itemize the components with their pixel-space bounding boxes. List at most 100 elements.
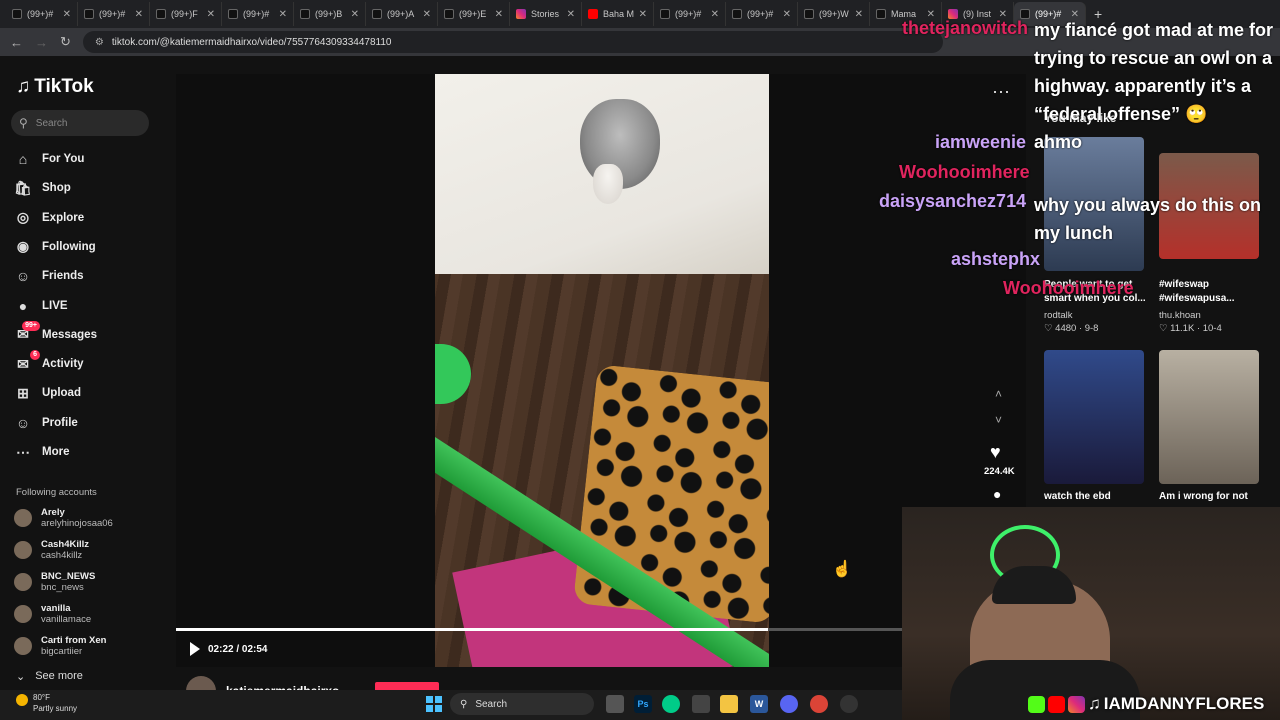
back-icon[interactable]: ← — [10, 35, 23, 50]
browser-tab[interactable]: (99+)# ✕ — [78, 2, 150, 26]
sidebar-item-messages[interactable]: ✉ 99+ Messages — [14, 320, 97, 346]
comment-icon[interactable]: ● — [993, 486, 1001, 502]
close-tab-icon[interactable]: ✕ — [135, 9, 143, 20]
weather-widget[interactable]: 80°F Partly sunny — [16, 692, 77, 714]
previous-video-icon[interactable]: ˄ — [995, 387, 1002, 401]
browser-tab[interactable]: (99+)A ✕ — [366, 2, 438, 26]
tab-title: (99+)W — [819, 9, 849, 19]
tiktok-icon — [444, 9, 454, 19]
sidebar: ♫ TikTok ⚲ Search ⌂ For You 🛍 Shop ◎ Explore ◉… — [0, 60, 176, 690]
following-account[interactable]: Arely arelyhinojosaa06 — [14, 507, 113, 529]
browser-tab[interactable]: (99+)# ✕ — [6, 2, 78, 26]
instagram-icon — [516, 9, 526, 19]
browser-tab[interactable]: Baha M ✕ — [582, 2, 654, 26]
close-tab-icon[interactable]: ✕ — [567, 9, 575, 20]
tab-title: Stories — [531, 9, 560, 19]
see-more-label: See more — [35, 670, 83, 682]
task-view-icon[interactable] — [606, 695, 624, 713]
close-tab-icon[interactable]: ✕ — [855, 9, 863, 20]
sidebar-item-more[interactable]: ⋯ More — [14, 441, 69, 463]
browser-tab[interactable]: (99+)# ✕ — [654, 2, 726, 26]
browser-tab[interactable]: (99+)F ✕ — [150, 2, 222, 26]
app-icon[interactable] — [840, 695, 858, 713]
store-icon[interactable] — [692, 695, 710, 713]
site-info-icon[interactable]: ⚙ — [95, 37, 104, 48]
close-tab-icon[interactable]: ✕ — [423, 9, 431, 20]
following-account[interactable]: Carti from Xen bigcartiier — [14, 635, 106, 657]
sidebar-item-profile[interactable]: ☺ Profile — [14, 412, 78, 434]
sidebar-item-activity[interactable]: ✉ 6 Activity — [14, 350, 84, 375]
close-tab-icon[interactable]: ✕ — [207, 9, 215, 20]
photoshop-icon[interactable]: Ps — [634, 695, 652, 713]
close-tab-icon[interactable]: ✕ — [351, 9, 359, 20]
close-tab-icon[interactable]: ✕ — [783, 9, 791, 20]
following-accounts-title: Following accounts — [16, 487, 97, 498]
sidebar-item-shop[interactable]: 🛍 Shop — [14, 177, 71, 199]
chat-username: iamweenie — [935, 132, 1027, 152]
close-tab-icon[interactable]: ✕ — [639, 9, 647, 20]
word-icon[interactable]: W — [750, 695, 768, 713]
sidebar-item-upload[interactable]: ⊞ Upload — [14, 382, 81, 404]
sidebar-item-label: Messages — [42, 328, 97, 341]
account-handle: arelyhinojosaa06 — [41, 518, 113, 529]
streamer-socials: ♫ IAMDANNYFLORES — [1028, 694, 1264, 714]
recommended-user[interactable]: thu.khoan — [1159, 310, 1201, 321]
video-frame[interactable] — [435, 74, 769, 667]
following-avatar-icon: ◉ — [16, 238, 30, 255]
following-account[interactable]: Cash4Killz cash4killz — [14, 539, 89, 561]
recommended-caption[interactable]: watch the ebd — [1044, 490, 1154, 504]
sidebar-item-for-you[interactable]: ⌂ For You — [14, 148, 85, 170]
recommended-video-thumbnail[interactable] — [1044, 350, 1144, 484]
browser-tab[interactable]: Stories ✕ — [510, 2, 582, 26]
heart-icon[interactable]: ♥ — [990, 442, 1001, 463]
recommended-caption[interactable]: Am i wrong for not — [1159, 490, 1269, 504]
taskbar-search[interactable]: ⚲ Search — [450, 693, 594, 715]
discord-icon[interactable] — [780, 695, 798, 713]
recommended-video-thumbnail[interactable] — [1159, 350, 1259, 484]
sidebar-item-label: Explore — [42, 211, 85, 224]
video-progress-bar[interactable] — [176, 628, 902, 631]
browser-tab[interactable]: (99+)E ✕ — [438, 2, 510, 26]
sidebar-item-following[interactable]: ◉ Following — [14, 236, 96, 258]
windows-start-icon[interactable] — [426, 696, 442, 712]
account-handle: bnc_news — [41, 582, 84, 593]
more-options-icon[interactable]: ⋯ — [992, 82, 1010, 103]
sidebar-item-label: More — [42, 446, 70, 458]
following-account[interactable]: BNC_NEWS bnc_news — [14, 571, 95, 593]
friends-icon: ☺ — [15, 268, 31, 285]
browser-tab[interactable]: (99+)# ✕ — [222, 2, 294, 26]
logo-text: TikTok — [34, 76, 94, 97]
forward-icon[interactable]: → — [35, 35, 48, 50]
sidebar-item-explore[interactable]: ◎ Explore — [14, 207, 84, 229]
browser-tab[interactable]: (99+)W ✕ — [798, 2, 870, 26]
edge-icon[interactable] — [662, 695, 680, 713]
tiktok-logo[interactable]: ♫ TikTok — [16, 76, 94, 98]
sun-icon — [16, 694, 28, 706]
recommended-stats: ♡ 4480 · 9-8 — [1044, 323, 1099, 334]
search-input[interactable]: ⚲ Search — [11, 110, 149, 136]
tiktok-icon — [300, 9, 310, 19]
recommended-caption[interactable]: #wifeswap #wifeswapusa... — [1159, 278, 1269, 306]
following-account[interactable]: vanilla vanillamace — [14, 603, 91, 625]
chrome-icon[interactable] — [810, 695, 828, 713]
address-bar[interactable]: ⚙ tiktok.com/@katiemermaidhairxo/video/7… — [82, 31, 943, 53]
close-tab-icon[interactable]: ✕ — [495, 9, 503, 20]
sidebar-item-friends[interactable]: ☺ Friends — [14, 265, 84, 287]
play-icon[interactable] — [190, 642, 200, 656]
browser-tab[interactable]: (99+)# ✕ — [726, 2, 798, 26]
tab-title: (99+)# — [27, 9, 54, 19]
close-tab-icon[interactable]: ✕ — [711, 9, 719, 20]
close-tab-icon[interactable]: ✕ — [63, 9, 71, 20]
account-name: Arely — [41, 507, 65, 518]
see-more-link[interactable]: ⌄ See more — [16, 670, 83, 683]
close-tab-icon[interactable]: ✕ — [279, 9, 287, 20]
account-name: BNC_NEWS — [41, 571, 96, 582]
recommended-user[interactable]: rodtalk — [1044, 310, 1073, 321]
browser-tab[interactable]: (99+)B ✕ — [294, 2, 366, 26]
reload-icon[interactable]: ↻ — [60, 34, 71, 50]
sidebar-item-live[interactable]: ● LIVE — [14, 295, 68, 317]
next-video-icon[interactable]: ˅ — [995, 413, 1002, 427]
like-count: 224.4K — [984, 466, 1015, 477]
file-explorer-icon[interactable] — [720, 695, 738, 713]
sidebar-item-label: Profile — [42, 416, 78, 429]
